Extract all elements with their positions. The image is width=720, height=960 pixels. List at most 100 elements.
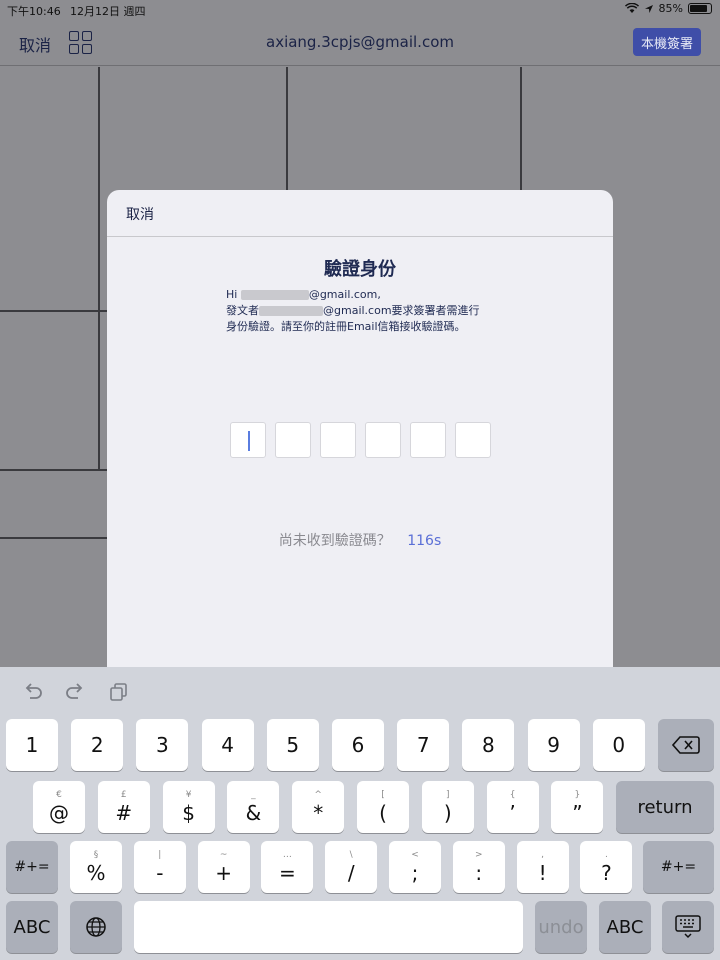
key-label: #: [115, 801, 133, 825]
key-alt-label: }: [574, 790, 581, 800]
key-2[interactable]: 2: [71, 719, 124, 771]
key-label: #+=: [660, 859, 697, 875]
symbol-key[interactable]: §%: [70, 841, 122, 893]
key-3[interactable]: 3: [136, 719, 189, 771]
key-label: 8: [482, 733, 495, 757]
keyboard-dismiss-icon: [675, 915, 701, 939]
key-label: -: [156, 861, 164, 885]
symbol-key[interactable]: \ /: [325, 841, 378, 893]
symbol-key[interactable]: {’: [486, 781, 539, 833]
space-bar[interactable]: [134, 901, 523, 953]
message-line-1: Hi @gmail.com,: [226, 288, 381, 301]
key-alt-label: [: [381, 790, 385, 800]
symbol-key[interactable]: ]): [421, 781, 474, 833]
key-alt-label: £: [120, 790, 127, 800]
key-alt-label: ¥: [185, 790, 192, 800]
key-8[interactable]: 8: [462, 719, 515, 771]
symbol-key[interactable]: ,!: [516, 841, 569, 893]
key-label: 7: [416, 733, 430, 757]
key-1[interactable]: 1: [6, 719, 58, 771]
key-0[interactable]: 0: [592, 719, 645, 771]
key-4[interactable]: 4: [201, 719, 254, 771]
undo-icon[interactable]: [22, 681, 44, 703]
key-label: ?: [601, 861, 612, 885]
redo-icon[interactable]: [64, 681, 86, 703]
symbol-key[interactable]: [(: [357, 781, 409, 833]
symbol-key[interactable]: | -: [133, 841, 186, 893]
doc-line: [98, 67, 100, 470]
key-7[interactable]: 7: [397, 719, 450, 771]
symbol-key[interactable]: ¥ $: [162, 781, 215, 833]
key-alt-label: ,: [541, 850, 545, 860]
code-digit-box[interactable]: [365, 422, 401, 458]
key-5[interactable]: 5: [266, 719, 319, 771]
code-digit-box[interactable]: [275, 422, 311, 458]
verify-identity-modal: 取消 驗證身份 Hi @gmail.com, 發文者 @gmail.com要求簽署…: [107, 190, 613, 670]
symbol-key[interactable]: }”: [551, 781, 604, 833]
symbol-key[interactable]: € @: [33, 781, 85, 833]
doc-line: [520, 67, 522, 191]
key-label: #+=: [14, 859, 50, 875]
symbols-toggle-key-right[interactable]: #+=: [643, 841, 714, 893]
symbol-key[interactable]: .?: [580, 841, 633, 893]
key-label: $: [182, 801, 195, 825]
globe-key[interactable]: [70, 901, 122, 953]
key-alt-label: ~: [219, 850, 228, 860]
key-9[interactable]: 9: [527, 719, 580, 771]
doc-line: [0, 310, 108, 312]
symbol-key[interactable]: £ #: [97, 781, 150, 833]
key-label: undo: [538, 916, 584, 938]
key-label: /: [347, 861, 355, 885]
symbol-key[interactable]: >:: [452, 841, 505, 893]
symbol-key[interactable]: … =: [261, 841, 314, 893]
abc-key-left[interactable]: ABC: [6, 901, 58, 953]
status-time: 下午10:46: [7, 5, 61, 18]
key-label: 5: [286, 733, 300, 757]
key-label: +: [215, 861, 232, 885]
globe-icon: [86, 917, 106, 937]
key-alt-label: <: [411, 850, 419, 860]
key-label: (: [379, 801, 387, 825]
modal-cancel-button[interactable]: 取消: [126, 204, 154, 224]
key-alt-label: §: [93, 850, 99, 860]
key-label: :: [475, 861, 483, 885]
key-label: 4: [221, 733, 234, 757]
key-alt-label: .: [604, 850, 608, 860]
symbol-key[interactable]: <;: [389, 841, 441, 893]
symbol-key[interactable]: ^ *: [292, 781, 345, 833]
local-sign-button[interactable]: 本機簽署: [633, 28, 701, 56]
paste-icon[interactable]: [108, 681, 130, 703]
undo-key[interactable]: undo: [535, 901, 587, 953]
symbol-key[interactable]: ~ +: [197, 841, 250, 893]
key-alt-label: \: [349, 850, 353, 860]
key-alt-label: ^: [314, 790, 322, 800]
backspace-key[interactable]: [658, 719, 714, 771]
code-digit-box[interactable]: [230, 422, 266, 458]
code-digit-box[interactable]: [410, 422, 446, 458]
doc-line: [286, 67, 288, 191]
verification-code-input[interactable]: [230, 422, 491, 458]
symbols-toggle-key-left[interactable]: #+=: [6, 841, 58, 893]
key-6[interactable]: 6: [332, 719, 384, 771]
top-nav-bar: 取消 axiang.3cpjs@gmail.com 本機簽署: [0, 20, 720, 66]
symbol-key[interactable]: _ &: [227, 781, 280, 833]
abc-key-right[interactable]: ABC: [599, 901, 651, 953]
return-key[interactable]: return: [616, 781, 714, 833]
hide-keyboard-key[interactable]: [662, 901, 714, 953]
key-label: ”: [572, 801, 583, 825]
wifi-icon: [624, 3, 639, 13]
redacted-email: [240, 290, 309, 300]
code-digit-box[interactable]: [320, 422, 356, 458]
resend-countdown[interactable]: 116s: [407, 533, 441, 549]
key-label: 2: [90, 733, 104, 757]
key-alt-label: …: [282, 850, 292, 860]
message-line-3: 身份驗證。請至你的註冊Email信箱接收驗證碼。: [226, 320, 466, 333]
battery-level: [690, 5, 707, 12]
resend-row: 尚未收到驗證碼？ 116s: [107, 530, 613, 550]
status-bar: 下午10:46 12月12日 週四 85%: [0, 0, 720, 20]
key-label: 0: [612, 733, 626, 757]
battery-percent: 85%: [658, 2, 683, 15]
key-alt-label: _: [251, 790, 256, 800]
code-digit-box[interactable]: [455, 422, 491, 458]
modal-header: 取消: [107, 190, 613, 237]
